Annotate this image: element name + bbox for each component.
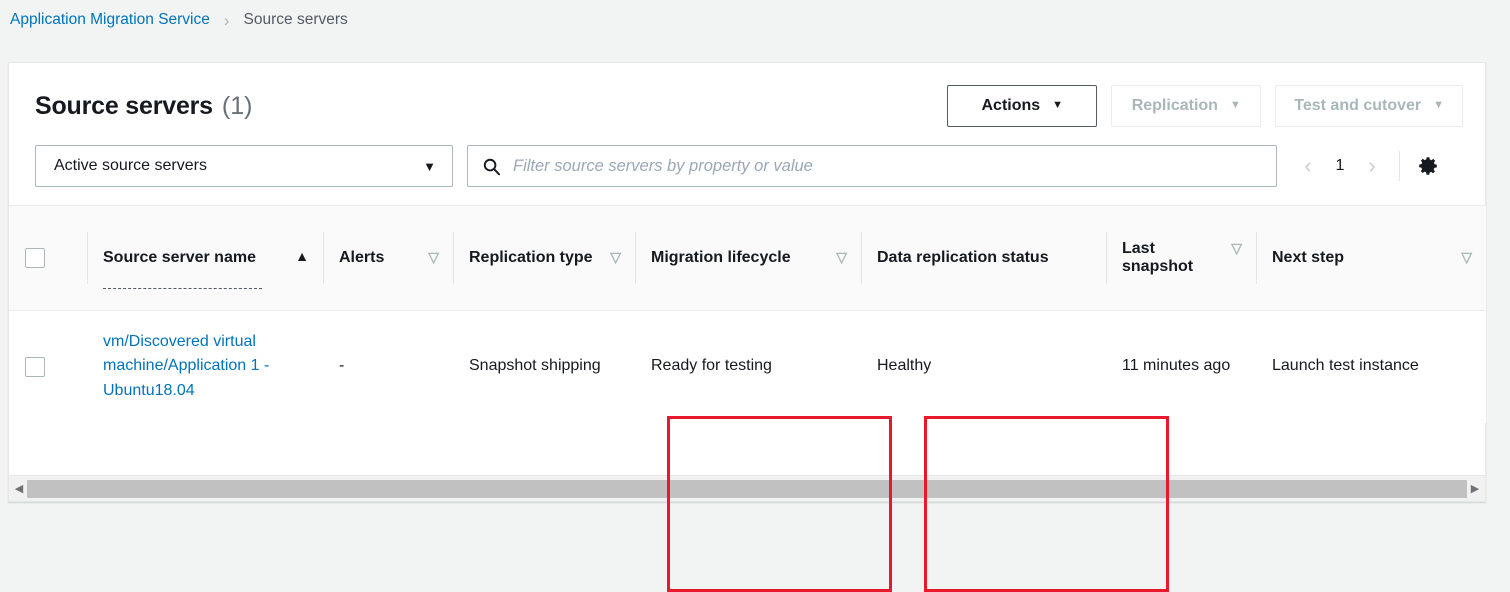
search-input-placeholder[interactable]: Filter source servers by property or val… [513,157,813,176]
alerts-value: - [339,357,345,375]
cell-next-step: Launch test instance [1256,310,1486,423]
search-icon [482,157,501,176]
column-header-migration-lifecycle[interactable]: Migration lifecycle ▽ [635,206,861,311]
cell-alerts: - [323,310,453,423]
column-header-source-server-name-label: Source server name [103,249,262,289]
pagination: ‹ 1 › [1293,151,1387,181]
horizontal-scrollbar[interactable]: ◀ ▶ [9,475,1485,501]
select-all-header [9,206,87,311]
source-server-name-link[interactable]: vm/Discovered virtual machine/Applicatio… [103,333,269,400]
column-header-alerts-label: Alerts [339,249,385,266]
chevron-down-icon: ▼ [1433,98,1444,111]
select-all-checkbox[interactable] [25,248,45,268]
actions-button[interactable]: Actions ▼ [947,85,1098,127]
next-step-value: Launch test instance [1272,357,1419,375]
last-snapshot-value: 11 minutes ago [1122,357,1231,375]
sort-icon: ▽ [836,249,847,265]
source-server-state-select[interactable]: Active source servers ▼ [35,145,453,187]
chevron-down-icon: ▼ [1052,98,1064,111]
sort-icon: ▽ [1231,240,1242,256]
pagination-page-1[interactable]: 1 [1329,157,1351,175]
data-replication-status-highlight [924,416,1169,592]
scrollbar-thumb[interactable] [27,479,1467,498]
cell-replication-type: Snapshot shipping [453,310,635,423]
filter-toolbar: Active source servers ▼ Filter source se… [9,133,1485,205]
row-select-checkbox[interactable] [25,356,45,377]
cell-last-snapshot: 11 minutes ago [1106,310,1256,423]
migration-lifecycle-value: Ready for testing [651,357,772,375]
breadcrumb-separator-icon: › [223,10,230,30]
pagination-next-button[interactable]: › [1357,151,1387,181]
action-button-group: Actions ▼ Replication ▼ Test and cutover… [947,85,1463,127]
chevron-down-icon: ▼ [423,158,436,174]
gear-icon[interactable] [1414,152,1442,180]
pagination-prev-button[interactable]: ‹ [1293,151,1323,181]
column-header-next-step[interactable]: Next step ▽ [1256,206,1486,311]
scrollbar-track[interactable] [27,477,1467,501]
source-servers-panel: Source servers (1) Actions ▼ Replication… [8,62,1486,592]
replication-button-label: Replication [1131,97,1218,114]
breadcrumb-link-application-migration-service[interactable]: Application Migration Service [10,11,210,29]
cell-data-replication-status: Healthy [861,310,1106,423]
toolbar-divider [1399,151,1400,181]
column-header-migration-lifecycle-label: Migration lifecycle [651,249,791,266]
search-input[interactable]: Filter source servers by property or val… [467,145,1277,187]
column-header-next-step-label: Next step [1272,249,1345,266]
source-server-state-select-value: Active source servers [54,157,207,174]
breadcrumb-current-source-servers: Source servers [243,11,348,28]
sort-ascending-icon: ▲ [295,248,309,264]
column-header-last-snapshot[interactable]: Last snapshot ▽ [1106,206,1256,311]
breadcrumb: Application Migration Service › Source s… [0,0,1510,40]
page-title-text: Source servers [35,91,213,120]
cell-migration-lifecycle: Ready for testing [635,310,861,423]
page-title: Source servers (1) [35,92,252,121]
column-header-data-replication-status-label: Data replication status [877,249,1049,266]
test-and-cutover-button-label: Test and cutover [1294,97,1422,114]
chevron-down-icon: ▼ [1229,98,1241,111]
test-and-cutover-button[interactable]: Test and cutover ▼ [1275,85,1463,127]
replication-button[interactable]: Replication ▼ [1111,85,1262,127]
sort-icon: ▽ [428,249,439,265]
table-row[interactable]: vm/Discovered virtual machine/Applicatio… [9,310,1486,423]
row-select-cell [9,310,87,423]
replication-type-value: Snapshot shipping [469,357,601,375]
sort-icon: ▽ [610,249,621,265]
actions-button-label: Actions [981,97,1041,114]
cell-source-server-name: vm/Discovered virtual machine/Applicatio… [87,310,323,423]
panel-header: Source servers (1) Actions ▼ Replication… [9,63,1485,133]
sort-icon: ▽ [1461,249,1472,265]
column-header-data-replication-status[interactable]: Data replication status [861,206,1106,311]
column-header-replication-type[interactable]: Replication type ▽ [453,206,635,311]
column-header-replication-type-label: Replication type [469,249,593,266]
page-title-count: (1) [221,91,253,120]
table-header-row: Source server name ▲ Alerts ▽ Replicatio… [9,205,1486,311]
scroll-left-arrow-icon[interactable]: ◀ [11,477,27,501]
scroll-right-arrow-icon[interactable]: ▶ [1467,477,1483,501]
migration-lifecycle-highlight [667,416,892,592]
column-header-alerts[interactable]: Alerts ▽ [323,206,453,311]
source-servers-table: Source server name ▲ Alerts ▽ Replicatio… [9,205,1486,592]
data-replication-status-value: Healthy [877,357,932,375]
column-header-source-server-name[interactable]: Source server name ▲ [87,206,323,311]
column-header-last-snapshot-label: Last snapshot [1122,240,1194,275]
